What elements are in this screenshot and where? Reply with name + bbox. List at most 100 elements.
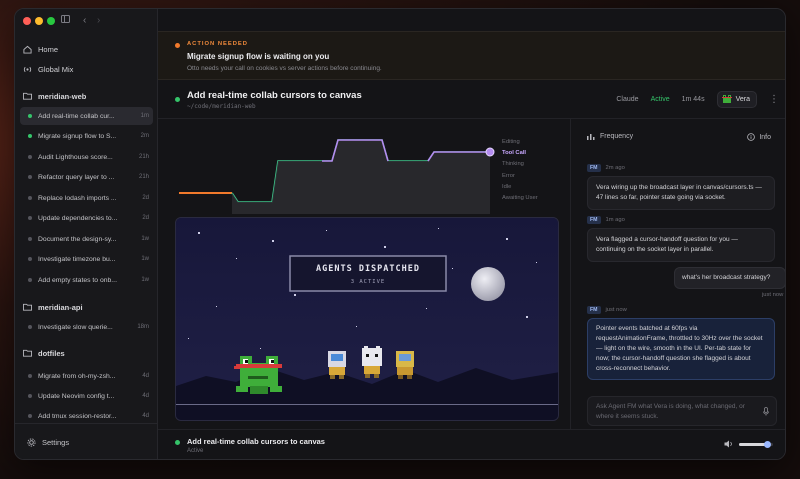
project-group-meridian-api[interactable]: meridian-api xyxy=(23,299,150,315)
task-status-dot xyxy=(28,374,32,378)
panel-title: Frequency xyxy=(600,133,634,140)
task-item[interactable]: Document the design-sy... 1w xyxy=(20,230,153,248)
panel-header: Frequency xyxy=(587,133,633,140)
task-item[interactable]: Update Neovim config t... 4d xyxy=(20,387,153,405)
thread-meta: Claude Active 1m 44s Vera ⋮ xyxy=(616,91,779,108)
speaker-icon[interactable] xyxy=(724,440,733,448)
info-button[interactable]: Info xyxy=(747,133,771,141)
settings-label: Settings xyxy=(42,438,70,447)
status-label: Active xyxy=(650,96,670,103)
task-age: 21h xyxy=(138,174,149,180)
message-meta: FM 2m ago xyxy=(587,164,625,172)
state-label-editing: Editing xyxy=(502,139,520,145)
task-status-dot xyxy=(28,325,32,329)
task-item[interactable]: Migrate signup flow to S... 2m xyxy=(20,127,153,145)
banner-title: Migrate signup flow is waiting on you xyxy=(187,52,330,61)
thread-status-dot xyxy=(175,97,180,102)
nav-global-mix-label: Global Mix xyxy=(38,64,74,74)
project-group-dotfiles[interactable]: dotfiles xyxy=(23,345,150,361)
volume-slider[interactable] xyxy=(739,440,773,448)
bottom-thread-status: Active xyxy=(187,448,204,454)
task-item[interactable]: Audit Lighthouse score... 21h xyxy=(20,148,153,166)
task-age: 21h xyxy=(138,154,149,160)
main-area: ACTION NEEDED Migrate signup flow is wai… xyxy=(158,9,785,459)
task-item[interactable]: Refactor query layer to ... 21h xyxy=(20,168,153,186)
state-label-tool-call: Tool Call xyxy=(502,150,526,156)
action-needed-banner[interactable]: ACTION NEEDED Migrate signup flow is wai… xyxy=(158,31,785,80)
settings-button[interactable]: Settings xyxy=(15,423,158,459)
task-label: Document the design-sy... xyxy=(38,235,117,243)
task-label: Migrate from oh-my-zsh... xyxy=(38,372,116,380)
message-bubble: Vera flagged a cursor-handoff question f… xyxy=(587,228,775,262)
task-status-dot xyxy=(28,196,32,200)
task-label: Investigate slow querie... xyxy=(38,323,113,331)
microphone-icon[interactable] xyxy=(763,407,769,416)
thread-title: Add real-time collab cursors to canvas xyxy=(187,90,362,101)
sender-badge: FM xyxy=(587,306,601,314)
broadcast-icon xyxy=(23,66,32,72)
task-label: Add real-time collab cur... xyxy=(38,112,115,120)
bottom-thread-title[interactable]: Add real-time collab cursors to canvas xyxy=(187,437,325,446)
task-age: 1w xyxy=(141,277,149,283)
task-item[interactable]: Investigate timezone bu... 1w xyxy=(20,250,153,268)
message-meta: FM 1m ago xyxy=(587,216,625,224)
agent-chip[interactable]: Vera xyxy=(716,91,757,108)
ground-line xyxy=(176,404,558,405)
task-item[interactable]: Migrate from oh-my-zsh... 4d xyxy=(20,367,153,385)
task-item[interactable]: Investigate slow querie... 18m xyxy=(20,318,153,336)
agents-scene: AGENTS DISPATCHED 3 ACTIVE xyxy=(175,217,559,421)
task-status-dot xyxy=(28,134,32,138)
message-time: just now xyxy=(605,307,627,313)
info-icon xyxy=(747,133,756,141)
task-status-dot xyxy=(28,257,32,261)
agent-sprite-blue xyxy=(328,351,346,379)
sidebar-toggle-icon[interactable] xyxy=(61,14,70,28)
message-meta: FM just now xyxy=(587,306,627,314)
volume-control[interactable] xyxy=(724,440,773,448)
ask-placeholder: Ask Agent FM what Vera is doing, what ch… xyxy=(596,403,745,420)
agent-state-graph: Editing Tool Call Thinking Error Idle Aw… xyxy=(179,139,538,214)
forward-icon[interactable]: › xyxy=(97,14,100,28)
ask-agent-input[interactable]: Ask Agent FM what Vera is doing, what ch… xyxy=(587,396,777,426)
frog-avatar-icon xyxy=(721,95,732,103)
task-status-dot xyxy=(28,216,32,220)
task-age: 18m xyxy=(137,324,149,330)
app-window: ‹ › Home Global Mix meridian-web Add rea… xyxy=(14,8,786,460)
minimize-window-button[interactable] xyxy=(35,17,43,25)
more-options-icon[interactable]: ⋮ xyxy=(769,94,779,104)
task-age: 4d xyxy=(142,373,149,379)
project-name: meridian-web xyxy=(38,91,87,101)
task-item[interactable]: Add real-time collab cur... 1m xyxy=(20,107,153,125)
task-status-dot xyxy=(28,155,32,159)
nav-global-mix[interactable]: Global Mix xyxy=(23,60,150,78)
task-label: Investigate timezone bu... xyxy=(38,255,116,263)
home-icon xyxy=(23,45,32,54)
zoom-window-button[interactable] xyxy=(47,17,55,25)
task-label: Add empty states to onb... xyxy=(38,276,117,284)
task-label: Add tmux session-restor... xyxy=(38,412,117,420)
nav-home[interactable]: Home xyxy=(23,40,150,58)
task-label: Replace lodash imports ... xyxy=(38,194,117,202)
moon xyxy=(471,267,505,301)
volume-knob[interactable] xyxy=(764,440,772,448)
thread-path: ~/code/meridian-web xyxy=(187,103,256,110)
task-item[interactable]: Replace lodash imports ... 2d xyxy=(20,189,153,207)
message-bubble: Vera wiring up the broadcast layer in ca… xyxy=(587,176,775,210)
task-item[interactable]: Update dependencies to... 2d xyxy=(20,209,153,227)
graph-area xyxy=(232,140,490,214)
task-status-dot xyxy=(28,278,32,282)
agent-sprite-gold xyxy=(396,351,414,379)
task-item[interactable]: Add empty states to onb... 1w xyxy=(20,271,153,289)
nav-home-label: Home xyxy=(38,44,59,54)
project-name: meridian-api xyxy=(38,302,83,312)
message-time: just now xyxy=(762,292,784,298)
scene-subtitle: 3 ACTIVE xyxy=(351,279,386,285)
banner-kicker: ACTION NEEDED xyxy=(187,41,248,47)
task-age: 1m xyxy=(140,113,149,119)
project-group-meridian-web[interactable]: meridian-web xyxy=(23,88,150,104)
agent-sprite-white xyxy=(362,346,382,378)
close-window-button[interactable] xyxy=(23,17,31,25)
agent-name: Vera xyxy=(735,96,750,103)
back-icon[interactable]: ‹ xyxy=(83,14,86,28)
state-label-thinking: Thinking xyxy=(502,161,524,167)
